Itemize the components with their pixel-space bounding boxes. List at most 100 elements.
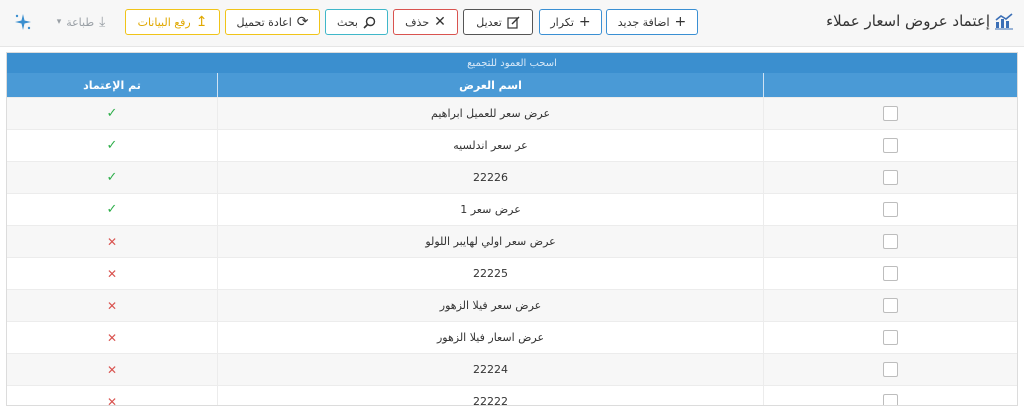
approved-cell: ✓: [7, 162, 217, 193]
quote-name-cell: عرض اسعار فيلا الزهور: [217, 322, 764, 353]
table-row[interactable]: ✕ 22222: [7, 385, 1017, 406]
table-row[interactable]: ✓ عرض سعر 1: [7, 193, 1017, 225]
group-panel[interactable]: اسحب العمود للتجميع: [7, 53, 1017, 73]
quote-name-cell: 22224: [217, 354, 764, 385]
quote-name-cell: 22222: [217, 386, 764, 406]
upload-label: رفع البيانات: [137, 15, 191, 29]
add-new-button[interactable]: + اضافة جديد: [606, 9, 698, 35]
approved-cell: ✕: [7, 322, 217, 353]
select-cell: [764, 226, 1017, 257]
toolbar: إعتماد عروض اسعار عملاء + اضافة جديد + ت…: [0, 0, 1024, 47]
upload-icon: ↥: [195, 14, 208, 30]
cross-icon: ✕: [106, 234, 118, 249]
print-label: طباعة: [66, 15, 95, 29]
approved-cell: ✕: [7, 258, 217, 289]
select-cell: [764, 386, 1017, 405]
chart-icon: [995, 13, 1013, 30]
approved-cell: ✓: [7, 130, 217, 161]
row-checkbox[interactable]: [883, 202, 898, 217]
delete-label: حذف: [405, 15, 430, 29]
table-row[interactable]: ✓ 22226: [7, 161, 1017, 193]
table-row[interactable]: ✕ عرض سعر اولي لهايبر اللولو: [7, 225, 1017, 257]
quote-name-cell: عر سعر اندلسيه: [217, 130, 764, 161]
reload-button[interactable]: ⟳ اعادة تحميل: [225, 9, 320, 35]
approved-cell: ✕: [7, 290, 217, 321]
grid-body: ✓ عرض سعر للعميل ابراهيم ✓ عر سعر اندلسيه ✓ 2…: [7, 97, 1017, 406]
edit-label: تعديل: [476, 15, 502, 29]
search-icon: [363, 16, 376, 29]
sparkle-icon[interactable]: [14, 13, 32, 31]
select-cell: [764, 98, 1017, 129]
select-cell: [764, 354, 1017, 385]
cross-icon: ✕: [106, 298, 118, 313]
close-icon: ✕: [434, 14, 446, 30]
cross-icon: ✕: [106, 394, 118, 406]
delete-button[interactable]: ✕ حذف: [393, 9, 458, 35]
duplicate-label: تكرار: [550, 15, 574, 29]
approved-cell: ✓: [7, 98, 217, 129]
select-cell: [764, 194, 1017, 225]
row-checkbox[interactable]: [883, 362, 898, 377]
column-header-approved-label: تم الإعتماد: [83, 78, 141, 92]
plus-icon: +: [674, 14, 687, 30]
quote-name: عرض سعر 1: [460, 203, 521, 216]
check-icon: ✓: [106, 170, 118, 185]
approved-cell: ✓: [7, 194, 217, 225]
download-icon: ⤓: [99, 14, 106, 30]
quote-name: عر سعر اندلسيه: [453, 139, 528, 152]
edit-icon: [507, 16, 520, 29]
approved-cell: ✕: [7, 386, 217, 406]
page-title-text: إعتماد عروض اسعار عملاء: [826, 12, 990, 30]
row-checkbox[interactable]: [883, 298, 898, 313]
row-checkbox[interactable]: [883, 234, 898, 249]
quotes-grid: اسحب العمود للتجميع تم الإعتماد اسم العر…: [6, 52, 1018, 406]
grid-header: تم الإعتماد اسم العرض: [7, 73, 1017, 97]
column-header-select: [764, 73, 1017, 97]
quote-name-cell: 22225: [217, 258, 764, 289]
chevron-down-icon: ▾: [56, 16, 62, 27]
select-cell: [764, 290, 1017, 321]
column-header-name[interactable]: اسم العرض: [217, 73, 764, 97]
duplicate-button[interactable]: + تكرار: [539, 9, 602, 35]
table-row[interactable]: ✕ 22225: [7, 257, 1017, 289]
row-checkbox[interactable]: [883, 170, 898, 185]
table-row[interactable]: ✓ عرض سعر للعميل ابراهيم: [7, 97, 1017, 129]
row-checkbox[interactable]: [883, 266, 898, 281]
select-cell: [764, 322, 1017, 353]
select-cell: [764, 130, 1017, 161]
edit-button[interactable]: تعديل: [463, 9, 533, 35]
print-button[interactable]: ⤓ طباعة ▾: [43, 9, 119, 35]
add-new-label: اضافة جديد: [617, 15, 670, 29]
row-checkbox[interactable]: [883, 394, 898, 405]
refresh-icon: ⟳: [296, 14, 309, 30]
search-label: بحث: [337, 15, 358, 29]
table-row[interactable]: ✕ عرض اسعار فيلا الزهور: [7, 321, 1017, 353]
quote-name: عرض سعر فيلا الزهور: [439, 299, 542, 312]
upload-button[interactable]: ↥ رفع البيانات: [125, 9, 220, 35]
quote-name-cell: عرض سعر للعميل ابراهيم: [217, 98, 764, 129]
quote-name-cell: عرض سعر 1: [217, 194, 764, 225]
table-row[interactable]: ✓ عر سعر اندلسيه: [7, 129, 1017, 161]
column-header-approved[interactable]: تم الإعتماد: [7, 73, 217, 97]
row-checkbox[interactable]: [883, 330, 898, 345]
check-icon: ✓: [106, 202, 118, 217]
select-cell: [764, 258, 1017, 289]
quote-name: 22225: [473, 267, 508, 280]
quote-name: 22222: [473, 395, 508, 406]
page-title: إعتماد عروض اسعار عملاء: [826, 12, 1014, 30]
search-button[interactable]: بحث: [325, 9, 388, 35]
table-row[interactable]: ✕ عرض سعر فيلا الزهور: [7, 289, 1017, 321]
select-cell: [764, 162, 1017, 193]
check-icon: ✓: [106, 138, 118, 153]
check-icon: ✓: [106, 106, 118, 121]
quote-name: عرض سعر اولي لهايبر اللولو: [425, 235, 556, 248]
quote-name: 22226: [473, 171, 508, 184]
quote-name-cell: عرض سعر فيلا الزهور: [217, 290, 764, 321]
reload-label: اعادة تحميل: [236, 15, 292, 29]
row-checkbox[interactable]: [883, 106, 898, 121]
table-row[interactable]: ✕ 22224: [7, 353, 1017, 385]
approved-cell: ✕: [7, 226, 217, 257]
row-checkbox[interactable]: [883, 138, 898, 153]
quote-name: 22224: [473, 363, 508, 376]
group-panel-text: اسحب العمود للتجميع: [467, 57, 557, 69]
